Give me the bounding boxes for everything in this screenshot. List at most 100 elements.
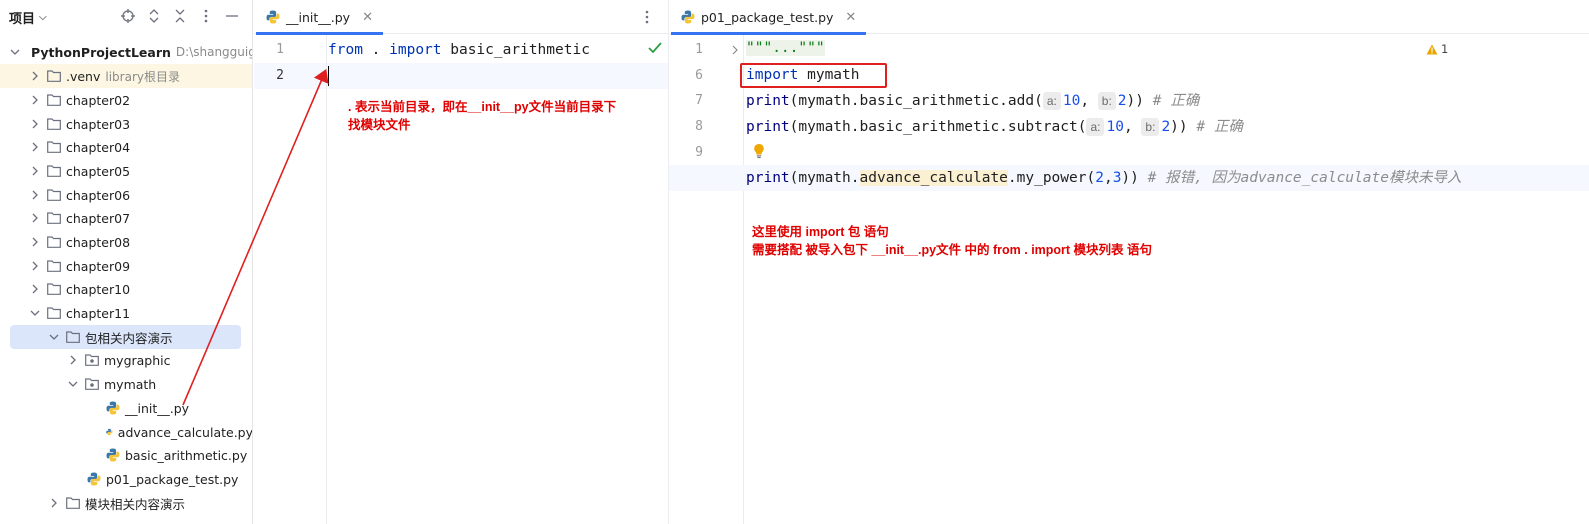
tree-item-basic-arithmetic-py[interactable]: basic_arithmetic.py [0, 443, 252, 467]
param-hint: a: [1086, 118, 1105, 136]
warning-count: 1 [1441, 42, 1449, 56]
chevron-right-icon[interactable] [67, 354, 79, 366]
tree-item-advance-calculate-py[interactable]: advance_calculate.py [0, 420, 252, 444]
tree-item-mymath[interactable]: mymath [0, 372, 252, 396]
python-file-icon [106, 401, 120, 415]
chevron-right-icon[interactable] [29, 94, 41, 106]
code-module: mymath [798, 67, 860, 83]
code-line-8[interactable]: print(mymath.basic_arithmetic.subtract(a… [746, 115, 1243, 139]
builtin-print: print [746, 93, 790, 109]
code-text: (mymath. [789, 170, 860, 186]
code-text: , [1123, 119, 1142, 135]
folder-icon [47, 141, 61, 153]
tree-item-venv[interactable]: .venv library根目录 [0, 64, 252, 88]
folder-icon [66, 497, 80, 509]
folder-icon [66, 331, 80, 343]
tree-item-package-demo[interactable]: 包相关内容演示 [10, 325, 241, 349]
annotation-import-package: 这里使用 import 包 语句 需要搭配 被导入包下 __init__.py文… [752, 223, 1152, 259]
fold-chevron-icon[interactable] [731, 44, 739, 59]
tree-item-mygraphic[interactable]: mygraphic [0, 348, 252, 372]
code-line-1[interactable]: from . import basic_arithmetic [328, 38, 590, 62]
unresolved-reference[interactable]: advance_calculate [859, 170, 1008, 186]
tree-item-label: basic_arithmetic.py [125, 447, 248, 463]
chevron-right-icon[interactable] [29, 189, 41, 201]
package-folder-icon [85, 378, 99, 390]
close-icon[interactable]: ✕ [845, 10, 856, 25]
chevron-right-icon[interactable] [29, 212, 41, 224]
annotation-line: 需要搭配 被导入包下 __init__.py文件 中的 from . impor… [752, 243, 1153, 257]
param-hint: a: [1042, 92, 1061, 110]
tree-item-chapter06[interactable]: chapter06 [0, 183, 252, 207]
line-number: 7 [695, 93, 703, 108]
chevron-right-icon[interactable] [48, 497, 60, 509]
chevron-right-icon[interactable] [29, 118, 41, 130]
tree-item-p01-package-test-py[interactable]: p01_package_test.py [0, 467, 252, 491]
folder-icon [47, 260, 61, 272]
inspection-widget[interactable]: 1 [1426, 42, 1448, 56]
more-options-icon[interactable] [199, 6, 213, 26]
code-number: 10 [1106, 119, 1124, 135]
tab-init-py[interactable]: __init__.py ✕ [256, 0, 383, 35]
chevron-right-icon[interactable] [29, 283, 41, 295]
code-text: )) [1121, 170, 1139, 186]
python-file-icon [87, 472, 101, 486]
folder-icon [47, 236, 61, 248]
code-number: 2 [1161, 119, 1171, 135]
chevron-right-icon[interactable] [29, 236, 41, 248]
tree-item-label: chapter11 [66, 305, 131, 321]
more-options-icon[interactable] [640, 7, 654, 27]
line-number: 8 [695, 119, 703, 134]
project-panel: 项目 ⌵ PythonProjectLearn D:\shangguig .ve… [0, 0, 253, 524]
tree-item-chapter10[interactable]: chapter10 [0, 277, 252, 301]
ide-window: 项目 ⌵ PythonProjectLearn D:\shangguig .ve… [0, 0, 1589, 524]
tree-item-module-demo[interactable]: 模块相关内容演示 [0, 491, 252, 515]
expand-all-icon[interactable] [147, 6, 161, 26]
chevron-down-icon[interactable] [10, 46, 20, 58]
tree-item-chapter03[interactable]: chapter03 [0, 112, 252, 136]
tree-item-label: chapter03 [66, 116, 131, 132]
code-line-10[interactable]: print(mymath.advance_calculate.my_power(… [746, 166, 1461, 190]
tree-item-label: .venv [66, 68, 101, 84]
code-text: )) [1126, 93, 1144, 109]
code-line-6[interactable]: import mymath [746, 63, 860, 87]
chevron-right-icon[interactable] [29, 165, 41, 177]
chevron-down-icon: ⌵ [39, 12, 47, 23]
chevron-right-icon[interactable] [29, 70, 41, 82]
tree-item-init-py[interactable]: __init__.py [0, 396, 252, 420]
lightbulb-icon[interactable] [753, 143, 765, 163]
tree-item-chapter08[interactable]: chapter08 [0, 230, 252, 254]
tree-item-label: __init__.py [125, 400, 190, 416]
hide-panel-icon[interactable] [225, 6, 239, 26]
chevron-down-icon[interactable] [29, 307, 41, 319]
project-view-selector[interactable]: 项目 ⌵ [9, 8, 47, 27]
locate-icon[interactable] [121, 6, 135, 26]
tab-p01-package-test[interactable]: p01_package_test.py ✕ [671, 0, 867, 35]
line-number: 9 [695, 145, 703, 160]
code-line-folded-docstring[interactable]: """...""" [746, 36, 825, 60]
close-icon[interactable]: ✕ [362, 10, 373, 25]
tree-item-chapter11[interactable]: chapter11 [0, 301, 252, 325]
tree-item-chapter04[interactable]: chapter04 [0, 135, 252, 159]
tree-item-chapter09[interactable]: chapter09 [0, 254, 252, 278]
python-file-icon [681, 10, 695, 24]
line-number: 1 [695, 42, 703, 57]
annotation-line: 这里使用 import 包 语句 [752, 225, 889, 239]
folder-icon [47, 165, 61, 177]
tree-item-chapter05[interactable]: chapter05 [0, 159, 252, 183]
collapse-all-icon[interactable] [173, 6, 187, 26]
tab-label: p01_package_test.py [701, 9, 834, 25]
chevron-right-icon[interactable] [29, 260, 41, 272]
chevron-down-icon[interactable] [48, 331, 60, 343]
left-editor-tab-bar: __init__.py ✕ [254, 0, 668, 35]
chevron-down-icon[interactable] [67, 378, 79, 390]
folder-icon [47, 189, 61, 201]
code-line-7[interactable]: print(mymath.basic_arithmetic.add(a: 10, … [746, 89, 1199, 113]
chevron-right-icon[interactable] [29, 141, 41, 153]
tree-item-project-root[interactable]: PythonProjectLearn D:\shangguig [0, 40, 252, 64]
tree-item-chapter07[interactable]: chapter07 [0, 206, 252, 230]
code-text: , [1103, 170, 1113, 186]
tree-item-chapter02[interactable]: chapter02 [0, 88, 252, 112]
keyword-import: import [389, 42, 442, 58]
text-cursor [328, 66, 348, 86]
code-text: )) [1170, 119, 1188, 135]
